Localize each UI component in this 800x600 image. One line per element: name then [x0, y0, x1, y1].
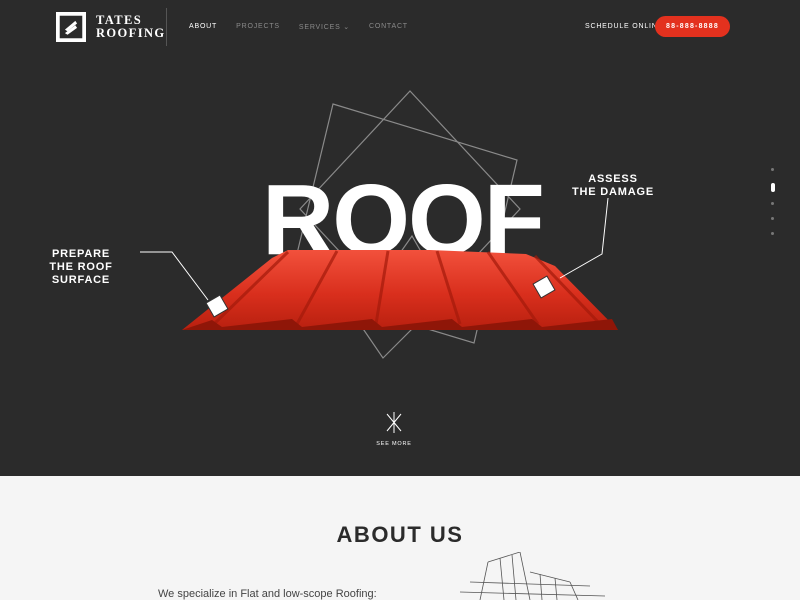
callout-line-left [140, 251, 209, 301]
pagination-dot-3[interactable] [771, 202, 774, 205]
callout-assess-damage: ASSESS THE DAMAGE [572, 173, 654, 199]
see-more-icon[interactable] [386, 412, 402, 433]
about-title: ABOUT US [336, 522, 464, 547]
slide-pagination [771, 168, 775, 247]
pagination-dot-5[interactable] [771, 232, 774, 235]
building-sketch-image [460, 552, 606, 600]
callout-prepare-surface: PREPARE THE ROOF SURFACE [22, 248, 140, 287]
callout-left-line1: PREPARE [52, 248, 110, 260]
pagination-dot-1[interactable] [771, 168, 774, 171]
roof-panel-layer [140, 197, 618, 433]
callout-line-right [559, 197, 609, 279]
callout-right-line1: ASSESS [588, 173, 638, 185]
pagination-dot-4[interactable] [771, 217, 774, 220]
see-more-label[interactable]: SEE MORE [370, 441, 418, 447]
about-intro-text: We specialize in Flat and low-scope Roof… [158, 588, 377, 600]
hero-section: TATES ROOFING ABOUT PROJECTS SERVICES ⌄ … [0, 0, 800, 476]
pagination-dot-2-active[interactable] [771, 183, 775, 192]
callout-right-line2: THE DAMAGE [572, 186, 654, 198]
callout-left-line2: THE ROOF SURFACE [49, 261, 113, 286]
